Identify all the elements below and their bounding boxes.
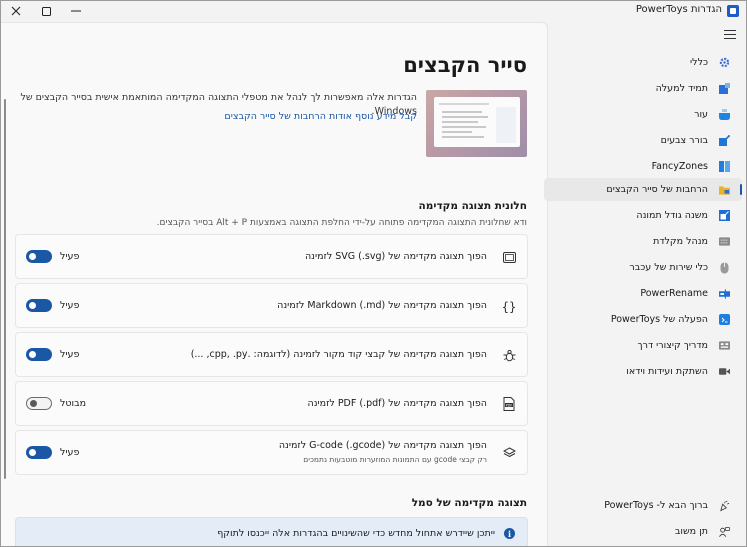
sidebar-item-label: PowerRename <box>640 288 708 299</box>
svg-preview-setting: הפוך תצוגה מקדימה של SVG (.svg) לזמינה פ… <box>15 234 528 279</box>
rename-icon <box>719 288 730 299</box>
sidebar-item-feedback[interactable]: תן משוב <box>544 520 742 543</box>
run-icon <box>719 314 730 325</box>
sidebar-item-shortcut-guide[interactable]: מדריך קיצורי דרך <box>544 334 742 357</box>
sidebar-item-awake[interactable]: עור <box>544 103 742 126</box>
pin-window-icon <box>719 83 730 94</box>
camera-icon <box>719 366 730 377</box>
setting-label: הפוך תצוגה מקדימה של Markdown (.md) לזמי… <box>277 300 487 311</box>
title-bar: הגדרות PowerToys <box>1 1 746 21</box>
hero-image <box>426 90 527 157</box>
sidebar-item-label: מדריך קיצורי דרך <box>637 340 709 351</box>
markdown-preview-setting: {} הפוך תצוגה מקדימה של Markdown (.md) ל… <box>15 283 528 328</box>
sidebar-item-label: כלי שירות של עכבר <box>629 262 708 273</box>
maximize-icon <box>41 6 51 16</box>
toggle-state-label: פעיל <box>60 251 80 262</box>
sidebar-item-label: הפעלה של PowerToys <box>610 314 708 325</box>
shortcut-guide-icon <box>719 340 730 351</box>
svg-text:PDF: PDF <box>506 403 513 407</box>
sidebar-item-mouse-utilities[interactable]: כלי שירות של עכבר <box>544 256 742 279</box>
hamburger-menu-icon[interactable] <box>724 30 736 40</box>
toggle-state-label: פעיל <box>60 349 80 360</box>
sidebar-item-label: FancyZones <box>651 161 708 172</box>
sidebar-item-always-on-top[interactable]: תמיד למעלה <box>544 77 742 100</box>
svg-text:{}: {} <box>502 300 516 313</box>
toggle-state-label: פעיל <box>60 300 80 311</box>
icon-preview-section-title: תצוגה מקדימה של סמל <box>411 497 527 509</box>
scrollbar[interactable] <box>4 99 6 479</box>
code-bug-icon <box>501 347 517 363</box>
restart-info-bar: i ייתכן שיידרש אתחול מחדש כדי שהשינויים … <box>15 517 528 546</box>
sidebar-item-keyboard-manager[interactable]: מנהל מקלדת <box>544 230 742 253</box>
layers-icon <box>501 445 517 461</box>
sidebar-item-color-picker[interactable]: בורר צבעים <box>544 129 742 152</box>
setting-label: הפוך תצוגה מקדימה של קבצי קוד מקור לזמינ… <box>190 349 487 360</box>
info-text: ייתכן שיידרש אתחול מחדש כדי שהשינויים בה… <box>217 528 495 539</box>
sidebar-item-image-resizer[interactable]: משנה גודל תמונה <box>544 204 742 227</box>
sidebar-item-label: ברוך הבא ל- PowerToys <box>604 500 708 511</box>
gcode-preview-setting: הפוך תצוגה מקדימה של G-code (.gcode) לזמ… <box>15 430 528 475</box>
sidebar-item-general[interactable]: כללי <box>544 51 742 74</box>
sidebar-item-label: תמיד למעלה <box>655 83 708 94</box>
keyboard-icon <box>719 236 730 247</box>
gear-icon <box>719 57 730 68</box>
pdf-preview-toggle[interactable] <box>26 397 52 410</box>
sidebar-item-label: תן משוב <box>674 526 708 537</box>
sidebar-item-powerrename[interactable]: PowerRename <box>544 282 742 305</box>
close-button[interactable] <box>1 1 31 21</box>
content-pane: סייר הקבצים הגדרות אלה מאפשרות לך לנהל א… <box>1 22 548 546</box>
learn-more-link[interactable]: קבל מידע נוסף אודות הרחבות של סייר הקבצי… <box>224 111 417 122</box>
preview-pane-section-description: ודא שחלונית התצוגה המקדימה פתוחה על-ידי … <box>156 218 527 228</box>
welcome-icon <box>719 500 730 511</box>
sidebar-item-file-explorer[interactable]: הרחבות של סייר הקבצים <box>544 178 742 201</box>
sidebar-item-label: השתקת ועידות וידאו <box>626 366 708 377</box>
close-icon <box>11 6 21 16</box>
folder-icon <box>719 184 730 195</box>
pdf-preview-setting: PDF הפוך תצוגה מקדימה של PDF (.pdf) לזמי… <box>15 381 528 426</box>
source-code-preview-toggle[interactable] <box>26 348 52 361</box>
markdown-preview-toggle[interactable] <box>26 299 52 312</box>
navigation-sidebar: כללי תמיד למעלה עור בורר צבעים FancyZone <box>544 22 746 546</box>
sidebar-item-welcome[interactable]: ברוך הבא ל- PowerToys <box>544 494 742 517</box>
page-title: סייר הקבצים <box>403 53 527 77</box>
image-frame-icon <box>501 249 517 265</box>
braces-icon: {} <box>501 298 517 314</box>
minimize-button[interactable] <box>61 1 91 21</box>
svg-preview-toggle[interactable] <box>26 250 52 263</box>
awake-icon <box>719 109 730 120</box>
setting-label: הפוך תצוגה מקדימה של G-code (.gcode) לזמ… <box>278 440 487 451</box>
setting-label: הפוך תצוגה מקדימה של SVG (.svg) לזמינה <box>304 251 487 262</box>
gcode-preview-toggle[interactable] <box>26 446 52 459</box>
toggle-state-label: פעיל <box>60 447 80 458</box>
pdf-icon: PDF <box>501 396 517 412</box>
source-code-preview-setting: הפוך תצוגה מקדימה של קבצי קוד מקור לזמינ… <box>15 332 528 377</box>
sidebar-item-label: כללי <box>690 57 708 68</box>
powertoys-settings-window: הגדרות PowerToys סייר הקבצים הגדרות אלה … <box>0 0 747 547</box>
info-icon: i <box>504 528 515 539</box>
sidebar-item-label: עור <box>694 109 708 120</box>
sidebar-item-video-conference-mute[interactable]: השתקת ועידות וידאו <box>544 360 742 383</box>
mouse-icon <box>719 262 730 273</box>
maximize-button[interactable] <box>31 1 61 21</box>
sidebar-item-fancyzones[interactable]: FancyZones <box>544 155 742 178</box>
fancyzones-icon <box>719 161 730 172</box>
image-resize-icon <box>719 210 730 221</box>
color-picker-icon <box>719 135 730 146</box>
preview-pane-section-title: חלונית תצוגה מקדימה <box>418 200 527 212</box>
toggle-state-label: מבוטל <box>60 398 87 409</box>
sidebar-item-label: מנהל מקלדת <box>653 236 708 247</box>
sidebar-item-label: הרחבות של סייר הקבצים <box>606 184 708 195</box>
minimize-icon <box>71 10 81 12</box>
sidebar-item-label: משנה גודל תמונה <box>636 210 708 221</box>
window-title: הגדרות PowerToys <box>635 4 722 15</box>
setting-sublabel: רק קבצי gcode עם התמונות המוזערות מוטבעו… <box>303 455 487 464</box>
sidebar-item-powertoys-run[interactable]: הפעלה של PowerToys <box>544 308 742 331</box>
setting-label: הפוך תצוגה מקדימה של PDF (.pdf) לזמינה <box>307 398 487 409</box>
feedback-icon <box>719 526 730 537</box>
sidebar-item-label: בורר צבעים <box>660 135 708 146</box>
powertoys-logo-icon <box>727 5 739 17</box>
